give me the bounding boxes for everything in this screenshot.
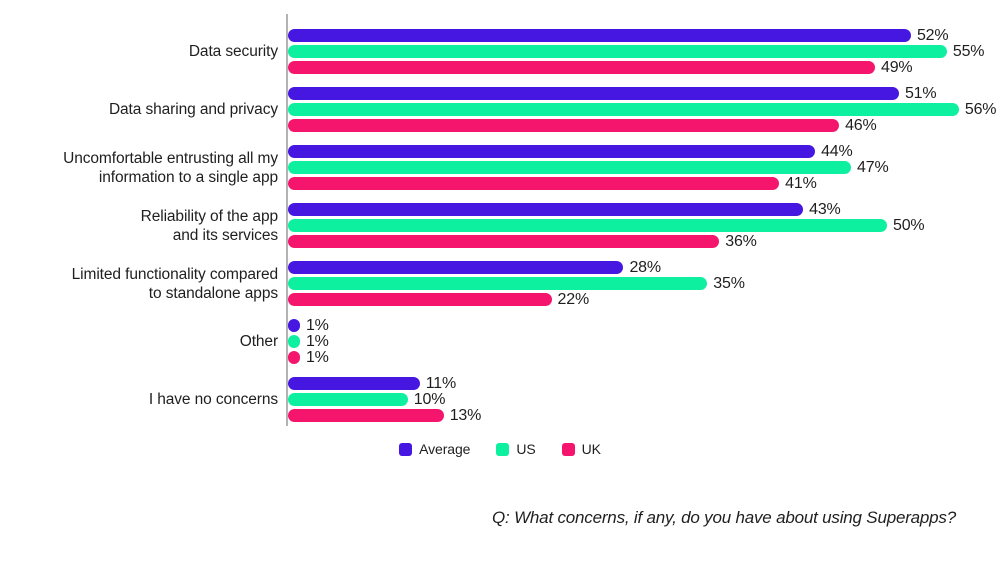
legend-swatch-icon <box>496 442 510 456</box>
category-label: I have no concerns <box>148 391 278 408</box>
bar-value-label: 36% <box>725 232 757 250</box>
legend-label: US <box>516 441 536 457</box>
bar-value-label: 55% <box>952 42 985 60</box>
bar-group: I have no concerns 11% 10% 13% <box>0 375 1000 425</box>
legend-item-us[interactable]: US <box>496 441 536 457</box>
bar-value-label: 46% <box>845 116 877 134</box>
bar-average <box>288 145 816 158</box>
bar-group: Reliability of the app and its services 4… <box>0 200 1000 251</box>
bar-value-label: 49% <box>881 58 913 76</box>
bar-us <box>288 277 708 290</box>
bar-average <box>288 261 624 274</box>
bar-us <box>288 393 408 406</box>
bar-average <box>288 377 420 390</box>
bar-value-label: 35% <box>713 274 745 292</box>
chart-container: Data security 52% 55% 49% Data sharing and p… <box>0 0 1000 574</box>
plot-area: Data security 52% 55% 49% Data sharing and p… <box>0 0 1000 440</box>
bar-value-label: 13% <box>449 406 482 424</box>
chart-legend: Average US UK <box>0 441 1000 457</box>
bar-value-label: 52% <box>916 26 949 44</box>
legend-item-uk[interactable]: UK <box>561 441 601 457</box>
bar-value-label: 1% <box>305 348 329 366</box>
bar-value-label: 50% <box>893 216 925 234</box>
legend-label: Average <box>419 441 471 457</box>
bar-value-label: 41% <box>785 174 817 192</box>
bar-value-label: 51% <box>904 84 937 102</box>
bar-uk <box>288 351 300 364</box>
bar-group: Other 1% 1% 1% <box>0 317 1000 367</box>
bar-average <box>288 319 300 332</box>
legend-swatch-icon <box>399 442 413 456</box>
bar-group: Limited functionality compared to standa… <box>0 258 1000 309</box>
legend-label: UK <box>581 441 601 457</box>
legend-swatch-icon <box>561 442 575 456</box>
bar-value-label: 44% <box>821 142 853 160</box>
category-label: Data security <box>188 43 278 60</box>
bar-us <box>288 45 947 58</box>
category-label: Uncomfortable entrusting all my informat… <box>63 149 278 186</box>
bar-average <box>288 203 804 216</box>
category-label: Data sharing and privacy <box>108 101 278 118</box>
bar-value-label: 22% <box>557 290 590 308</box>
bar-group: Uncomfortable entrusting all my informat… <box>0 142 1000 193</box>
bar-group: Data sharing and privacy 51% 56% 46% <box>0 84 1000 135</box>
bar-uk <box>288 409 444 422</box>
bar-value-label: 47% <box>857 158 889 176</box>
bar-uk <box>288 177 780 190</box>
bar-us <box>288 219 887 232</box>
bar-value-label: 28% <box>629 258 661 276</box>
bar-us <box>288 335 300 348</box>
bar-value-label: 10% <box>413 390 446 408</box>
bar-us <box>288 103 959 116</box>
category-label: Reliability of the app and its services <box>140 207 278 244</box>
bar-uk <box>288 61 876 74</box>
legend-item-average[interactable]: Average <box>399 441 470 457</box>
chart-question-annotation: Q: What concerns, if any, do you have ab… <box>492 508 956 527</box>
bar-us <box>288 161 852 174</box>
bar-group: Data security 52% 55% 49% <box>0 26 1000 77</box>
bar-uk <box>288 293 552 306</box>
bar-average <box>288 87 899 100</box>
bar-uk <box>288 235 720 248</box>
category-label: Other <box>239 333 278 350</box>
category-label: Limited functionality compared to standa… <box>71 265 278 302</box>
bar-value-label: 56% <box>964 100 997 118</box>
bar-uk <box>288 119 840 132</box>
bar-average <box>288 29 911 42</box>
bar-value-label: 43% <box>809 200 841 218</box>
